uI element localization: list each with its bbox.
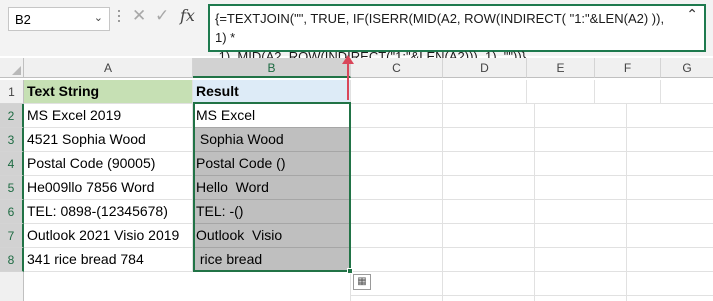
row-header-2[interactable]: 2 <box>0 104 24 128</box>
divider-handle[interactable] <box>118 10 121 28</box>
column-header-b[interactable]: B <box>193 58 351 78</box>
cell-g1[interactable] <box>661 80 713 104</box>
cell-b3[interactable]: Sophia Wood <box>193 128 351 152</box>
cell-a5[interactable]: He009llo 7856 Word <box>24 176 193 200</box>
name-box-value: B2 <box>15 12 31 27</box>
cell-b2[interactable]: MS Excel <box>193 104 351 128</box>
row-header-8[interactable]: 8 <box>0 248 24 272</box>
check-icon[interactable]: ✓ <box>155 6 169 26</box>
name-box[interactable]: B2 ⌄ <box>8 7 110 31</box>
collapse-formula-bar-icon[interactable]: ⌃ <box>686 6 698 23</box>
cell-a8[interactable]: 341 rice bread 784 <box>24 248 193 272</box>
insert-function-icon[interactable]: fx <box>180 6 195 25</box>
row-header-6[interactable]: 6 <box>0 200 24 224</box>
row-header-4[interactable]: 4 <box>0 152 24 176</box>
cell-c1[interactable] <box>351 80 443 104</box>
column-header-e[interactable]: E <box>527 58 595 78</box>
row-header-7[interactable]: 7 <box>0 224 24 248</box>
empty-grid-bottom[interactable] <box>24 272 351 301</box>
cell-a1[interactable]: Text String <box>24 80 193 104</box>
formula-bar-area: B2 ⌄ ✕ ✓ fx {=TEXTJOIN("", TRUE, IF(ISER… <box>0 0 713 64</box>
column-header-d[interactable]: D <box>443 58 527 78</box>
cell-a4[interactable]: Postal Code (90005) <box>24 152 193 176</box>
row-header-1[interactable]: 1 <box>0 80 24 104</box>
cell-d1[interactable] <box>443 80 527 104</box>
cell-e1[interactable] <box>527 80 595 104</box>
cell-b8[interactable]: rice bread <box>193 248 351 272</box>
chevron-down-icon[interactable]: ⌄ <box>94 11 103 24</box>
cell-a3[interactable]: 4521 Sophia Wood <box>24 128 193 152</box>
cell-b6[interactable]: TEL: -() <box>193 200 351 224</box>
row-header-3[interactable]: 3 <box>0 128 24 152</box>
cancel-icon[interactable]: ✕ <box>132 6 146 26</box>
column-header-c[interactable]: C <box>351 58 443 78</box>
cell-b7[interactable]: Outlook Visio <box>193 224 351 248</box>
cell-a6[interactable]: TEL: 0898-(12345678) <box>24 200 193 224</box>
quick-analysis-icon[interactable]: ▦ <box>353 274 371 290</box>
annotation-arrow-head <box>342 55 354 64</box>
cell-a7[interactable]: Outlook 2021 Visio 2019 <box>24 224 193 248</box>
column-header-a[interactable]: A <box>24 58 193 78</box>
cell-a2[interactable]: MS Excel 2019 <box>24 104 193 128</box>
cell-b5[interactable]: Hello Word <box>193 176 351 200</box>
empty-grid-area[interactable] <box>351 104 713 301</box>
formula-input[interactable]: {=TEXTJOIN("", TRUE, IF(ISERR(MID(A2, RO… <box>208 4 706 64</box>
column-header-f[interactable]: F <box>595 58 661 78</box>
select-all-corner[interactable] <box>0 58 24 78</box>
row-header-5[interactable]: 5 <box>0 176 24 200</box>
column-header-g[interactable]: G <box>661 58 713 78</box>
annotation-arrow-line <box>347 62 349 100</box>
row-header-9[interactable] <box>0 272 24 301</box>
formula-controls: ✕ ✓ fx <box>128 6 206 32</box>
cell-f1[interactable] <box>595 80 661 104</box>
cell-b4[interactable]: Postal Code () <box>193 152 351 176</box>
cell-b1[interactable]: Result <box>193 80 351 104</box>
